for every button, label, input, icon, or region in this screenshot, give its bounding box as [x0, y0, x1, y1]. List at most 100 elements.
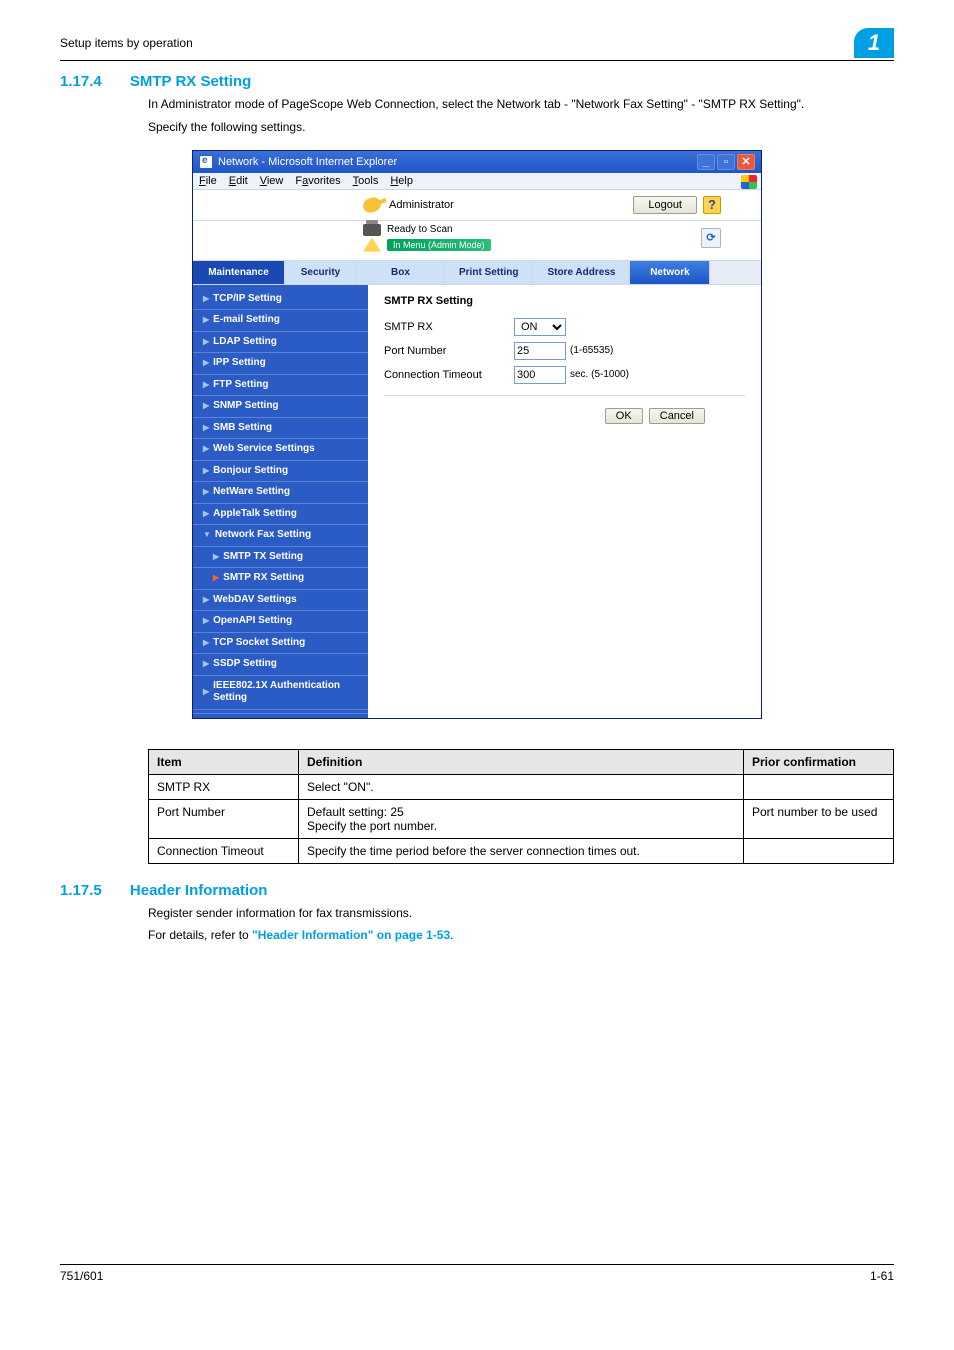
sidebar-item-smtprx[interactable]: ▶SMTP RX Setting	[193, 568, 368, 590]
ok-button[interactable]: OK	[605, 408, 643, 424]
sidebar: ▶TCP/IP Setting ▶E-mail Setting ▶LDAP Se…	[193, 285, 368, 718]
help-icon[interactable]: ?	[703, 196, 721, 214]
cell-prior	[744, 774, 894, 799]
section-title: SMTP RX Setting	[130, 73, 251, 90]
printer-icon	[363, 224, 381, 236]
th-definition: Definition	[299, 749, 744, 774]
menu-bar: File Edit View Favorites Tools Help	[193, 173, 761, 190]
text-fragment: .	[450, 928, 453, 942]
sidebar-item-label: WebDAV Settings	[213, 594, 297, 607]
form-heading: SMTP RX Setting	[384, 295, 745, 307]
tab-network[interactable]: Network	[630, 261, 710, 284]
tab-print-setting[interactable]: Print Setting	[445, 261, 533, 284]
menu-help[interactable]: Help	[390, 175, 413, 187]
sidebar-item-email[interactable]: ▶E-mail Setting	[193, 310, 368, 332]
sidebar-item-ieee8021x[interactable]: ▶IEEE802.1X Authentication Setting	[193, 676, 368, 710]
header-information-link[interactable]: "Header Information" on page 1-53	[252, 928, 450, 942]
refresh-icon[interactable]: ⟳	[701, 228, 721, 248]
connection-timeout-hint: sec. (5-1000)	[570, 369, 629, 380]
section2-line2: For details, refer to "Header Informatio…	[148, 927, 894, 944]
tab-bar: Maintenance Security Box Print Setting S…	[193, 260, 761, 285]
sidebar-item-ftp[interactable]: ▶FTP Setting	[193, 375, 368, 397]
status-ready: Ready to Scan	[387, 224, 453, 235]
sidebar-item-openapi[interactable]: ▶OpenAPI Setting	[193, 611, 368, 633]
port-number-hint: (1-65535)	[570, 345, 613, 356]
connection-timeout-label: Connection Timeout	[384, 369, 514, 381]
intro-paragraph-1: In Administrator mode of PageScope Web C…	[148, 96, 894, 113]
table-row: Connection Timeout Specify the time peri…	[149, 838, 894, 863]
cell-def: Select "ON".	[299, 774, 744, 799]
sidebar-item-ssdp[interactable]: ▶SSDP Setting	[193, 654, 368, 676]
section-heading-2: 1.17.5 Header Information	[60, 882, 894, 899]
screenshot-window: Network - Microsoft Internet Explorer _ …	[192, 150, 762, 719]
menu-tools[interactable]: Tools	[353, 175, 379, 187]
minimize-button[interactable]: _	[697, 154, 715, 170]
sidebar-item-bonjour[interactable]: ▶Bonjour Setting	[193, 461, 368, 483]
th-item: Item	[149, 749, 299, 774]
menu-favorites[interactable]: Favorites	[295, 175, 340, 187]
sidebar-item-webservice[interactable]: ▶Web Service Settings	[193, 439, 368, 461]
menu-file[interactable]: File	[199, 175, 217, 187]
sidebar-item-label: Bonjour Setting	[213, 465, 288, 478]
port-number-input[interactable]	[514, 342, 566, 360]
window-titlebar: Network - Microsoft Internet Explorer _ …	[193, 151, 761, 173]
menu-edit[interactable]: Edit	[229, 175, 248, 187]
sidebar-item-label: SNMP Setting	[213, 400, 278, 413]
sidebar-item-label: TCP/IP Setting	[213, 293, 282, 306]
sidebar-item-netware[interactable]: ▶NetWare Setting	[193, 482, 368, 504]
footer-left: 751/601	[60, 1269, 103, 1283]
admin-mode-label: Administrator	[389, 199, 454, 211]
connection-timeout-input[interactable]	[514, 366, 566, 384]
section-number: 1.17.5	[60, 882, 102, 899]
table-row: SMTP RX Select "ON".	[149, 774, 894, 799]
status-mode-chip: In Menu (Admin Mode)	[387, 239, 491, 251]
menu-view[interactable]: View	[260, 175, 284, 187]
sidebar-item-tcpip[interactable]: ▶TCP/IP Setting	[193, 289, 368, 311]
definition-table: Item Definition Prior confirmation SMTP …	[148, 749, 894, 864]
section2-line1: Register sender information for fax tran…	[148, 905, 894, 922]
maximize-button[interactable]: ▫	[717, 154, 735, 170]
cancel-button[interactable]: Cancel	[649, 408, 705, 424]
smtp-rx-label: SMTP RX	[384, 321, 514, 333]
port-number-label: Port Number	[384, 345, 514, 357]
sidebar-item-networkfax[interactable]: ▼Network Fax Setting	[193, 525, 368, 547]
cell-item: Connection Timeout	[149, 838, 299, 863]
sidebar-item-smb[interactable]: ▶SMB Setting	[193, 418, 368, 440]
sidebar-item-tcpsocket[interactable]: ▶TCP Socket Setting	[193, 633, 368, 655]
footer-right: 1-61	[870, 1269, 894, 1283]
cell-prior	[744, 838, 894, 863]
key-icon	[361, 195, 383, 214]
running-head: Setup items by operation	[60, 36, 193, 50]
sidebar-item-label: OpenAPI Setting	[213, 615, 292, 628]
sidebar-item-appletalk[interactable]: ▶AppleTalk Setting	[193, 504, 368, 526]
text-fragment: For details, refer to	[148, 928, 252, 942]
smtp-rx-select[interactable]: ON	[514, 318, 566, 336]
sidebar-item-label: LDAP Setting	[213, 336, 277, 349]
sidebar-item-label: Web Service Settings	[213, 443, 315, 456]
ie-icon	[199, 155, 213, 169]
tab-maintenance[interactable]: Maintenance	[193, 261, 285, 284]
tab-store-address[interactable]: Store Address	[533, 261, 630, 284]
section-heading-1: 1.17.4 SMTP RX Setting	[60, 73, 894, 90]
logout-button[interactable]: Logout	[633, 196, 697, 214]
page-footer: 751/601 1-61	[60, 1264, 894, 1283]
warning-icon	[363, 238, 381, 252]
sidebar-item-ldap[interactable]: ▶LDAP Setting	[193, 332, 368, 354]
sidebar-item-snmp[interactable]: ▶SNMP Setting	[193, 396, 368, 418]
close-button[interactable]: ✕	[737, 154, 755, 170]
cell-item: SMTP RX	[149, 774, 299, 799]
window-title: Network - Microsoft Internet Explorer	[218, 156, 397, 168]
cell-def: Default setting: 25 Specify the port num…	[299, 799, 744, 838]
sidebar-item-ipp[interactable]: ▶IPP Setting	[193, 353, 368, 375]
sidebar-item-label: IEEE802.1X Authentication Setting	[213, 680, 362, 705]
tab-security[interactable]: Security	[285, 261, 357, 284]
sidebar-item-smtptx[interactable]: ▶SMTP TX Setting	[193, 547, 368, 569]
main-pane: SMTP RX Setting SMTP RX ON Port Number (…	[368, 285, 761, 718]
cell-prior: Port number to be used	[744, 799, 894, 838]
tab-box[interactable]: Box	[357, 261, 445, 284]
sidebar-item-webdav[interactable]: ▶WebDAV Settings	[193, 590, 368, 612]
sidebar-item-label: SSDP Setting	[213, 658, 277, 671]
sidebar-item-label: AppleTalk Setting	[213, 508, 297, 521]
sidebar-item-label: NetWare Setting	[213, 486, 290, 499]
sidebar-item-label: SMB Setting	[213, 422, 272, 435]
